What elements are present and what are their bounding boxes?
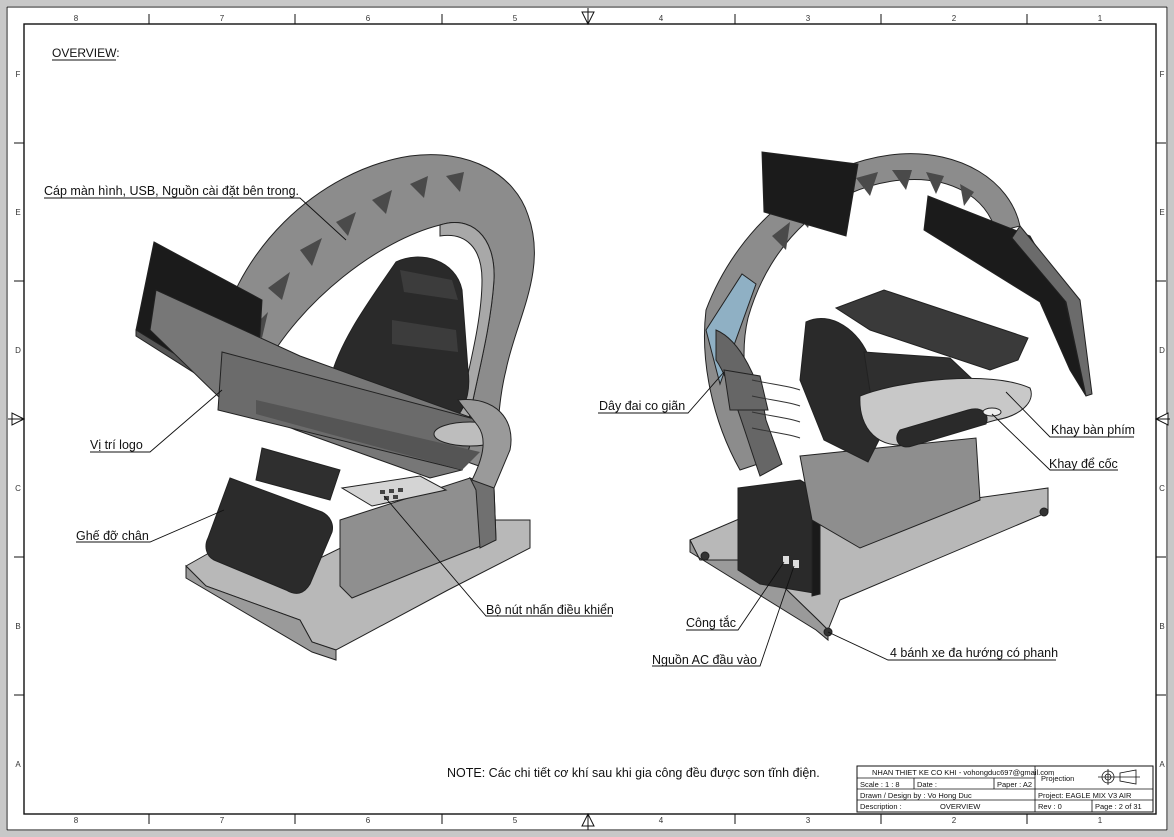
zone-label-top-6: 6 — [366, 14, 371, 23]
zone-label-left-A: A — [15, 760, 21, 769]
zone-label-left-B: B — [15, 622, 20, 631]
zone-label-top-3: 3 — [806, 14, 811, 23]
callout-leaders — [44, 197, 1134, 667]
zone-label-right-C: C — [1159, 484, 1165, 493]
tb-rev: Rev : 0 — [1038, 802, 1062, 811]
callout-ac-input: Nguồn AC đầu vào — [652, 653, 757, 667]
overview-label: OVERVIEW: — [52, 46, 120, 60]
zone-label-top-2: 2 — [952, 14, 957, 23]
zone-label-left-F: F — [16, 70, 21, 79]
zone-label-top-8: 8 — [74, 14, 79, 23]
zone-label-right-A: A — [1159, 760, 1165, 769]
tb-scale: Scale : 1 : 8 — [860, 780, 900, 789]
callout-keyboard-tray: Khay bàn phím — [1051, 423, 1135, 437]
tb-description: OVERVIEW — [940, 802, 981, 811]
zone-label-right-E: E — [1159, 208, 1164, 217]
zone-label-top-1: 1 — [1098, 14, 1103, 23]
callout-cup-tray: Khay để cốc — [1049, 457, 1118, 471]
zone-label-bottom-2: 2 — [952, 816, 957, 825]
zone-label-bottom-7: 7 — [220, 816, 225, 825]
callout-logo: Vị trí logo — [90, 438, 143, 452]
note-text: NOTE: Các chi tiết cơ khí sau khi gia cô… — [447, 766, 820, 780]
callout-switch: Công tắc — [686, 615, 736, 630]
title-block: NHAN THIET KE CO KHI - vohongduc697@gmai… — [856, 765, 1154, 813]
tb-projection-label: Projection — [1041, 774, 1074, 783]
zone-label-top-7: 7 — [220, 14, 225, 23]
zone-label-right-B: B — [1159, 622, 1164, 631]
zone-label-bottom-3: 3 — [806, 816, 811, 825]
tb-page: Page : 2 of 31 — [1095, 802, 1142, 811]
tb-description-label: Description : — [860, 802, 902, 811]
zone-label-bottom-8: 8 — [74, 816, 79, 825]
tb-drawn: Drawn / Design by : Vo Hong Duc — [860, 791, 972, 800]
zone-label-right-D: D — [1159, 346, 1165, 355]
zone-label-right-F: F — [1160, 70, 1165, 79]
zone-label-bottom-6: 6 — [366, 816, 371, 825]
zone-label-bottom-5: 5 — [513, 816, 518, 825]
tb-paper: Paper : A2 — [997, 780, 1032, 789]
callout-wheels: 4 bánh xe đa hướng có phanh — [890, 646, 1058, 660]
tb-company: NHAN THIET KE CO KHI - vohongduc697@gmai… — [872, 768, 1054, 777]
zone-label-left-C: C — [15, 484, 21, 493]
zone-label-bottom-4: 4 — [659, 816, 664, 825]
drawing-canvas: 8 7 6 5 4 3 2 1 8 7 6 5 4 3 2 1 F E D C B A F E D C B A OVERVIEW… — [6, 6, 1170, 831]
callout-cables: Cáp màn hình, USB, Nguồn cài đặt bên tro… — [44, 184, 299, 198]
zone-label-left-E: E — [15, 208, 20, 217]
zone-label-left-D: D — [15, 346, 21, 355]
zone-label-top-4: 4 — [659, 14, 664, 23]
zone-label-bottom-1: 1 — [1098, 816, 1103, 825]
zone-label-top-5: 5 — [513, 14, 518, 23]
callout-footrest: Ghế đỡ chân — [76, 529, 149, 543]
callout-control-buttons: Bộ nút nhấn điều khiển — [486, 603, 614, 617]
callout-elastic-strap: Dây đai co giãn — [599, 399, 685, 413]
tb-date: Date : — [917, 780, 937, 789]
tb-project: Project: EAGLE MIX V3 AIR — [1038, 791, 1132, 800]
chair-right-illustration — [689, 151, 1093, 642]
drawing-window: 8 7 6 5 4 3 2 1 8 7 6 5 4 3 2 1 F E D C B A F E D C B A OVERVIEW… — [0, 0, 1174, 837]
